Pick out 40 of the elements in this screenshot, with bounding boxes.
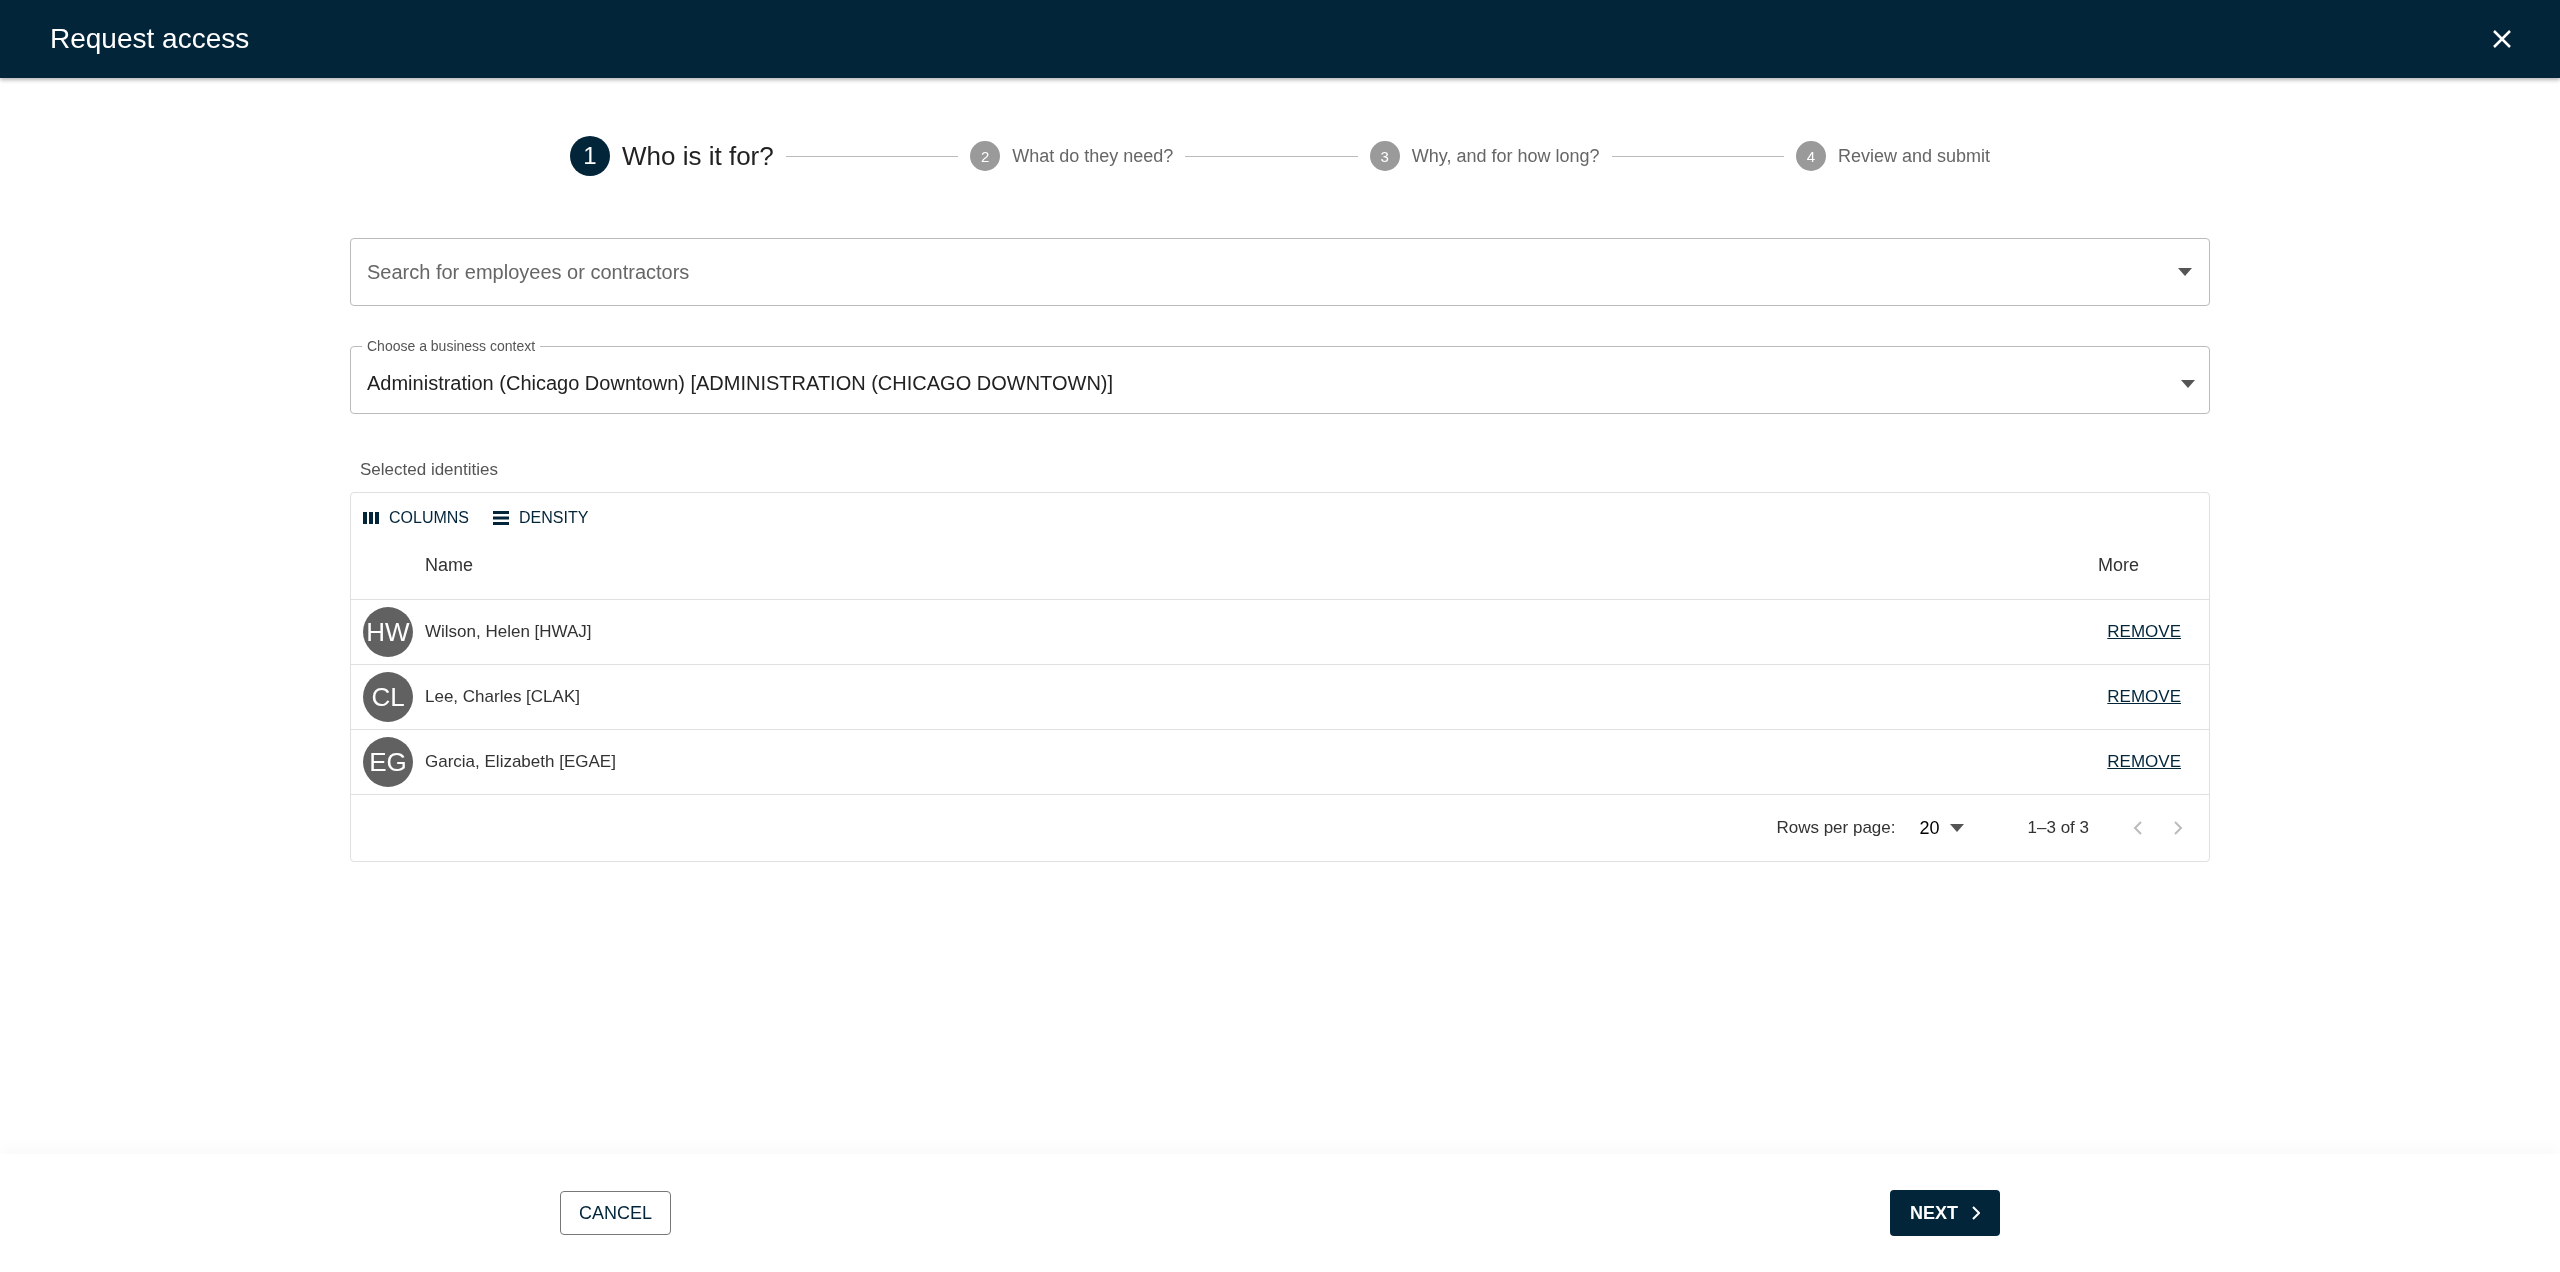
rows-per-page-select[interactable]: 20 <box>1913 816 1970 840</box>
column-header: More <box>2098 554 2139 576</box>
toolbar-button[interactable]: COLUMNS <box>361 505 471 531</box>
dropdown-caret-icon <box>1949 824 1964 832</box>
step-label: Who is it for? <box>622 140 774 172</box>
step-label: What do they need? <box>1012 145 1174 167</box>
toolbar-button[interactable]: DENSITY <box>491 505 591 531</box>
chevron-right-icon <box>2173 820 2183 836</box>
rows-per-page-label: Rows per page: <box>1776 818 1896 838</box>
remove-link[interactable]: REMOVE <box>2107 687 2181 707</box>
remove-link[interactable]: REMOVE <box>2107 752 2181 772</box>
cancel-button[interactable]: CANCEL <box>560 1191 672 1235</box>
close-icon <box>2492 29 2512 49</box>
step-number: 4 <box>1795 141 1826 171</box>
dropdown-caret-icon <box>2178 268 2192 276</box>
identity-name: Wilson, Helen [HWAJ] <box>425 622 593 642</box>
dialog-title: Request access <box>50 23 250 55</box>
business-context-select[interactable]: Choose a business context Administration (Chicago Downtown) [ADMINISTRATION (CHICAGO DOWNTOWN)] <box>350 338 2210 414</box>
chevron-right-icon <box>1972 1206 1980 1220</box>
density-icon <box>493 511 509 525</box>
step-number: 1 <box>570 136 610 176</box>
step-number: 2 <box>970 141 1001 171</box>
step-number: 3 <box>1369 141 1400 171</box>
avatar: CL <box>363 672 413 722</box>
avatar: EG <box>363 737 413 787</box>
chevron-left-icon <box>2133 820 2143 836</box>
step-label: Review and submit <box>1837 145 1990 167</box>
columns-icon <box>363 512 379 524</box>
next-button[interactable]: NEXT <box>1890 1190 2000 1236</box>
field-label: Choose a business context <box>366 338 537 354</box>
step-label: Why, and for how long? <box>1411 145 1600 167</box>
page-range: 1–3 of 3 <box>2027 818 2089 838</box>
avatar: HW <box>363 607 413 657</box>
dropdown-caret-icon <box>2181 379 2195 388</box>
search-field[interactable]: Search for employees or contractors <box>350 238 2210 306</box>
remove-link[interactable]: REMOVE <box>2107 622 2181 642</box>
identity-name: Lee, Charles [CLAK] <box>425 687 581 707</box>
column-header: Name <box>424 554 474 576</box>
section-title: Selected identities <box>359 460 499 481</box>
identity-name: Garcia, Elizabeth [EGAE] <box>425 752 617 772</box>
